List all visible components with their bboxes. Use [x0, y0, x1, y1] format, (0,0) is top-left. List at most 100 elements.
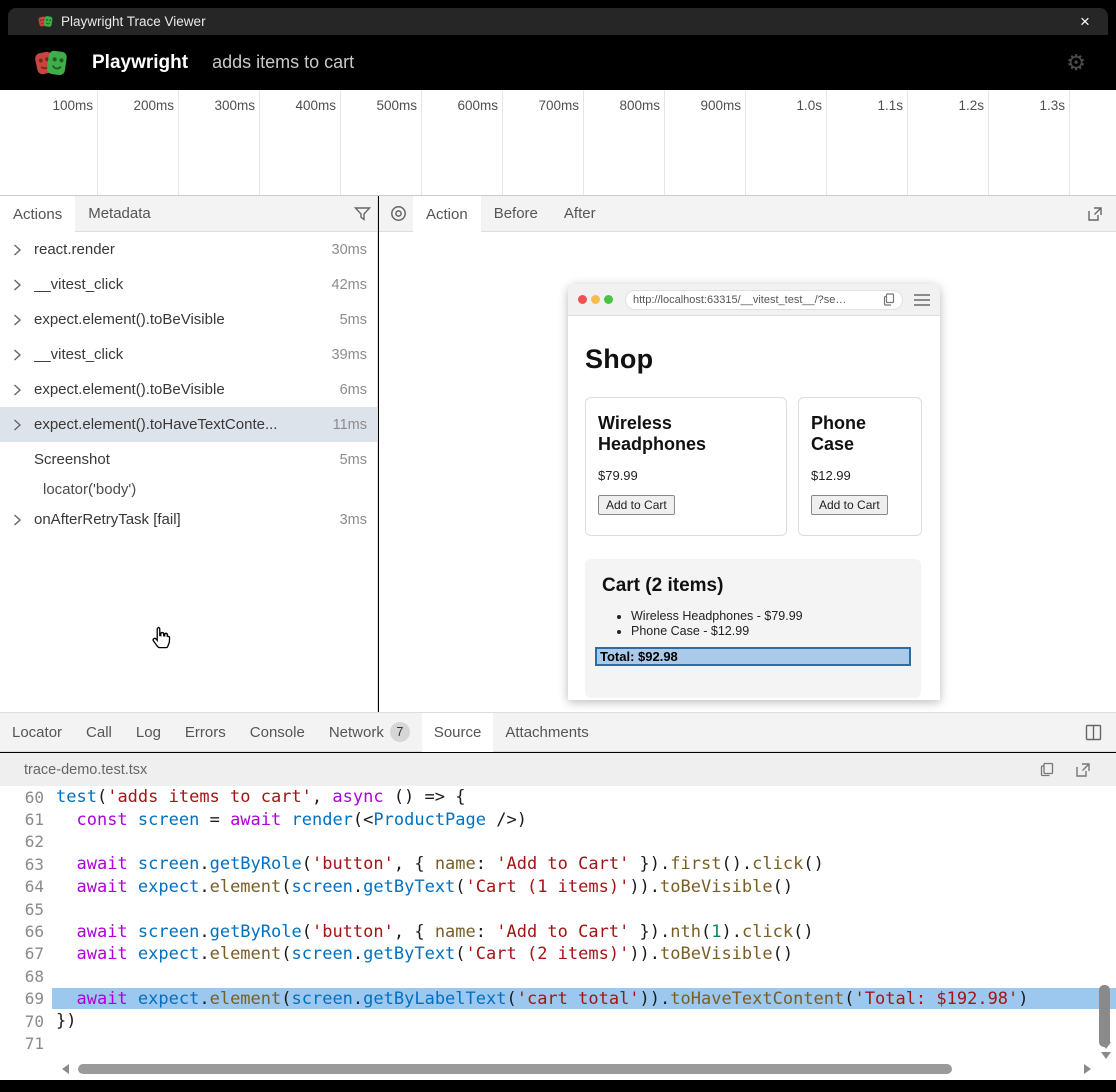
tab-actions[interactable]: Actions — [0, 196, 75, 232]
chevron-right-icon — [0, 314, 34, 326]
chevron-right-icon — [0, 349, 34, 361]
action-name: __vitest_click — [34, 276, 123, 293]
add-to-cart-button[interactable]: Add to Cart — [598, 495, 675, 515]
timeline-gridline — [421, 90, 422, 196]
timeline-gridline — [745, 90, 746, 196]
action-name: onAfterRetryTask [fail] — [34, 511, 181, 528]
scroll-left-arrow-icon[interactable] — [62, 1064, 69, 1074]
timeline-tick-label: 700ms — [509, 98, 579, 113]
tab-errors[interactable]: Errors — [173, 713, 238, 751]
chevron-right-icon — [0, 279, 34, 291]
timeline-gridline — [502, 90, 503, 196]
tab-source[interactable]: Source — [422, 713, 494, 752]
tab-before[interactable]: Before — [481, 196, 551, 231]
source-filename: trace-demo.test.tsx — [24, 762, 147, 778]
filter-icon[interactable] — [347, 196, 377, 231]
timeline-gridline — [583, 90, 584, 196]
action-row[interactable]: expect.element().toHaveTextConte...11ms — [0, 407, 377, 442]
source-line: 63 await screen.getByRole('button', { na… — [0, 853, 1116, 875]
source-line: 71 — [0, 1032, 1116, 1054]
cart-title: Cart (2 items) — [595, 575, 911, 597]
address-bar[interactable]: http://localhost:63315/__vitest_test__/?… — [625, 290, 903, 310]
tab-action[interactable]: Action — [413, 196, 481, 232]
toolbar-spacer — [601, 713, 1078, 751]
timeline-gridline — [340, 90, 341, 196]
product-price: $79.99 — [598, 468, 774, 483]
test-title: adds items to cart — [212, 52, 354, 73]
line-number: 63 — [0, 855, 44, 874]
source-line: 70}) — [0, 1010, 1116, 1032]
product-name: Phone Case — [811, 413, 909, 455]
action-row[interactable]: __vitest_click42ms — [0, 267, 377, 302]
action-duration: 39ms — [324, 347, 367, 363]
timeline[interactable]: 100ms200ms300ms400ms500ms600ms700ms800ms… — [0, 90, 1116, 196]
toolbar-spacer — [164, 196, 347, 231]
target-icon[interactable] — [383, 196, 413, 231]
source-line-code: await expect.element(screen.getByLabelTe… — [44, 989, 1029, 1009]
bottom-tab-bar: LocatorCallLogErrorsConsoleNetwork7Sourc… — [0, 712, 1116, 752]
timeline-gridline — [1069, 90, 1070, 196]
action-row[interactable]: expect.element().toBeVisible5ms — [0, 302, 377, 337]
split-view-icon[interactable] — [1078, 713, 1108, 751]
tab-after[interactable]: After — [551, 196, 609, 231]
timeline-tick-label: 100ms — [23, 98, 93, 113]
tab-console[interactable]: Console — [238, 713, 317, 751]
title-bar: Playwright Trace Viewer × — [8, 8, 1108, 35]
source-line: 62 — [0, 831, 1116, 853]
traffic-light-red-icon — [578, 295, 587, 304]
line-number: 66 — [0, 922, 44, 941]
action-row[interactable]: Screenshot5ms — [0, 442, 377, 477]
close-icon[interactable]: × — [1074, 12, 1096, 32]
page-title: Shop — [585, 344, 923, 375]
source-line: 61 const screen = await render(<ProductP… — [0, 808, 1116, 830]
tab-locator[interactable]: Locator — [0, 713, 74, 751]
horizontal-scroll-thumb[interactable] — [78, 1064, 952, 1074]
copy-url-icon[interactable] — [883, 293, 895, 306]
tab-attachments[interactable]: Attachments — [493, 713, 600, 751]
playwright-masks-icon — [38, 14, 53, 29]
line-number: 71 — [0, 1034, 44, 1053]
scroll-down-arrow-icon[interactable] — [1101, 1052, 1111, 1059]
vertical-scroll-thumb[interactable] — [1099, 985, 1110, 1047]
timeline-tick-label: 500ms — [347, 98, 417, 113]
source-line-code: }) — [44, 1011, 76, 1031]
action-name: Screenshot — [34, 451, 110, 468]
line-number: 61 — [0, 810, 44, 829]
window-title: Playwright Trace Viewer — [61, 14, 206, 29]
add-to-cart-button[interactable]: Add to Cart — [811, 495, 888, 515]
source-code-view: 60test('adds items to cart', async () =>… — [0, 786, 1116, 1058]
shop-page: Shop Wireless Headphones$79.99Add to Car… — [568, 316, 940, 698]
cart-item: Wireless Headphones - $79.99 — [631, 609, 911, 623]
action-row[interactable]: expect.element().toBeVisible6ms — [0, 372, 377, 407]
copy-source-icon[interactable] — [1032, 762, 1062, 778]
line-number: 70 — [0, 1012, 44, 1031]
source-line: 67 await expect.element(screen.getByText… — [0, 943, 1116, 965]
tab-metadata[interactable]: Metadata — [75, 196, 164, 231]
action-row[interactable]: __vitest_click39ms — [0, 337, 377, 372]
horizontal-scrollbar[interactable] — [0, 1058, 1116, 1080]
timeline-tick-label: 800ms — [590, 98, 660, 113]
action-row[interactable]: react.render30ms — [0, 232, 377, 267]
tab-network[interactable]: Network7 — [317, 713, 422, 751]
browser-window: http://localhost:63315/__vitest_test__/?… — [568, 284, 940, 700]
settings-gear-icon[interactable]: ⚙ — [1066, 52, 1086, 74]
action-locator: locator('body') — [0, 477, 377, 502]
actions-toolbar: ActionsMetadata — [0, 196, 377, 232]
traffic-light-yellow-icon — [591, 295, 600, 304]
product-price: $12.99 — [811, 468, 909, 483]
timeline-tick-label: 900ms — [671, 98, 741, 113]
scroll-down-arrow-icon[interactable] — [1101, 1042, 1111, 1049]
action-row[interactable]: onAfterRetryTask [fail]3ms — [0, 502, 377, 537]
line-number: 60 — [0, 788, 44, 807]
popout-icon[interactable] — [1080, 196, 1110, 231]
tab-call[interactable]: Call — [74, 713, 124, 751]
open-source-popout-icon[interactable] — [1068, 762, 1098, 778]
tab-log[interactable]: Log — [124, 713, 173, 751]
source-line-code: test('adds items to cart', async () => { — [44, 787, 465, 807]
cart-total-highlighted: Total: $92.98 — [595, 647, 911, 666]
browser-menu-icon[interactable] — [914, 294, 930, 306]
action-name: expect.element().toBeVisible — [34, 311, 225, 328]
cursor-pointer-hand — [150, 626, 172, 650]
scroll-right-arrow-icon[interactable] — [1084, 1064, 1091, 1074]
product-grid: Wireless Headphones$79.99Add to CartPhon… — [585, 397, 923, 536]
